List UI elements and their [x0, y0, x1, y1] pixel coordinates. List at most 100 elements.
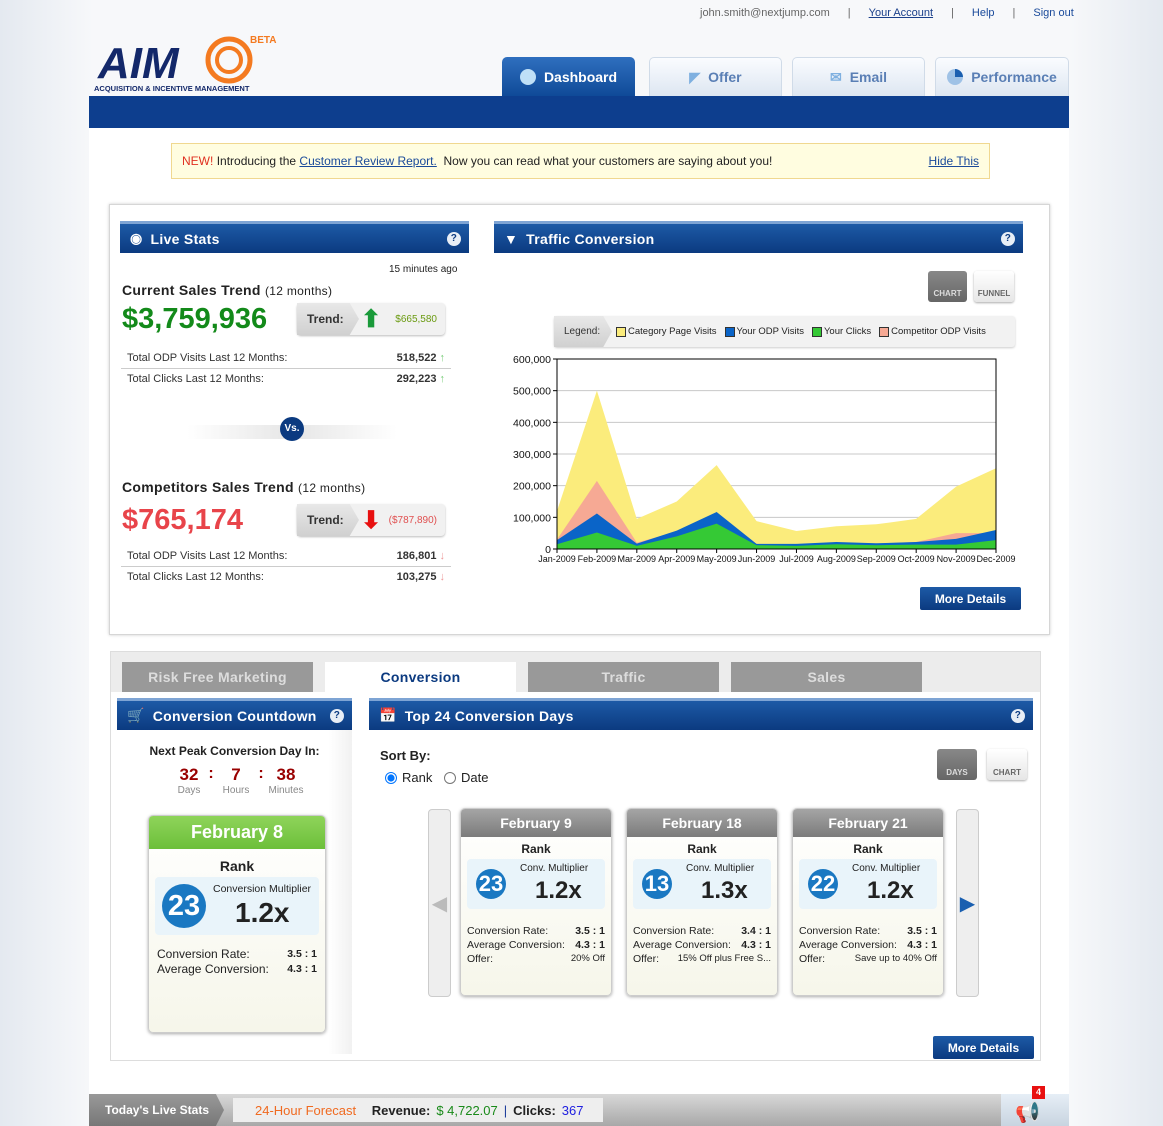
tab-traffic[interactable]: Traffic	[528, 662, 719, 692]
stat-row: Total ODP Visits Last 12 Months: 186,801 …	[121, 546, 451, 567]
tab-sales[interactable]: Sales	[731, 662, 922, 692]
competitor-trend-box: Trend: ⬇ ($787,890)	[297, 504, 445, 536]
rank-badge: 22	[808, 869, 838, 899]
traffic-header: ▼ Traffic Conversion?	[494, 221, 1023, 253]
aim-logo[interactable]: AIM BETA ACQUISITION & INCENTIVE MANAGEM…	[94, 34, 279, 94]
chart-legend: Legend: Category Page Visits Your ODP Vis…	[554, 316, 1015, 347]
rank-badge: 13	[642, 869, 672, 899]
competitor-sales-amount: $765,174	[122, 504, 243, 536]
megaphone-icon: 📢	[1015, 1102, 1040, 1124]
help-icon[interactable]: ?	[330, 709, 344, 723]
chart-view-button[interactable]: CHART	[987, 749, 1027, 780]
sort-rank-radio[interactable]: Rank	[385, 770, 432, 785]
sign-out-link[interactable]: Sign out	[1033, 7, 1073, 19]
sort-date-radio[interactable]: Date	[444, 770, 488, 785]
rank-badge: 23	[162, 884, 206, 928]
top24-header: 📅 Top 24 Conversion Days?	[369, 698, 1033, 730]
current-sales-title: Current Sales Trend (12 months)	[122, 282, 333, 298]
x-tick-label: May-2009	[697, 554, 737, 564]
cart-icon: 🛒	[127, 707, 145, 723]
peak-day-card: February 8 Rank 23 Conversion Multiplier…	[148, 815, 326, 1033]
calendar-icon: 📅	[379, 707, 397, 723]
conversion-day-card[interactable]: February 9 Rank 23 Conv. Multiplier 1.2x C…	[460, 808, 612, 996]
carousel-next-button[interactable]: ▶	[956, 809, 979, 997]
logo-graphic: AIM BETA ACQUISITION & INCENTIVE MANAGEM…	[94, 35, 276, 93]
top24-widget: 📅 Top 24 Conversion Days?	[369, 698, 1033, 730]
current-sales-amount: $3,759,936	[122, 303, 268, 335]
y-tick-label: 500,000	[513, 386, 551, 398]
funnel-view-button[interactable]: FUNNEL	[974, 271, 1014, 302]
top24-more-details-button[interactable]: More Details	[933, 1036, 1034, 1059]
help-icon[interactable]: ?	[1001, 232, 1015, 246]
top-links: john.smith@nextjump.com | Your Account | H…	[700, 7, 1074, 19]
current-stats-rows: Total ODP Visits Last 12 Months: 518,522 …	[121, 348, 451, 389]
conversion-day-card[interactable]: February 18 Rank 13 Conv. Multiplier 1.3x …	[626, 808, 778, 996]
x-tick-label: Jul-2009	[779, 554, 814, 564]
traffic-area-chart: 0100,000200,000300,000400,000500,000600,…	[513, 354, 1015, 564]
next-peak-label: Next Peak Conversion Day In:	[149, 744, 320, 758]
tab-risk-free-marketing[interactable]: Risk Free Marketing	[122, 662, 313, 692]
tab-offer[interactable]: ◤ Offer	[649, 57, 782, 96]
x-tick-label: Sep-2009	[857, 554, 896, 564]
y-tick-label: 600,000	[513, 354, 551, 366]
notifications-button[interactable]: 📢 4	[1001, 1086, 1069, 1126]
tab-conversion[interactable]: Conversion	[325, 662, 516, 692]
carousel-prev-button[interactable]: ◀	[428, 809, 451, 997]
arrow-down-icon: ↓	[439, 550, 446, 562]
sort-by-label: Sort By:	[380, 748, 431, 763]
current-trend-box: Trend: ⬆ $665,580	[297, 303, 445, 335]
chevron-right-icon: ▶	[959, 892, 976, 915]
stat-row: Total Clicks Last 12 Months: 292,223 ↑	[127, 373, 445, 385]
help-icon[interactable]: ?	[447, 232, 461, 246]
tab-dashboard[interactable]: Dashboard	[502, 57, 635, 96]
legend-swatch	[724, 326, 735, 337]
traffic-more-details-button[interactable]: More Details	[920, 587, 1021, 610]
pie-icon	[947, 69, 964, 85]
funnel-icon: ▼	[504, 230, 519, 247]
rank-badge: 23	[476, 869, 506, 899]
live-stats-header: ◉ Live Stats?	[120, 221, 469, 253]
x-tick-label: Feb-2009	[578, 554, 617, 564]
your-account-link[interactable]: Your Account	[869, 7, 933, 19]
conversion-day-card[interactable]: February 21 Rank 22 Conv. Multiplier 1.2x …	[792, 808, 944, 996]
help-link[interactable]: Help	[972, 7, 995, 19]
stat-row: Total Clicks Last 12 Months: 103,275 ↓	[127, 571, 446, 583]
chevron-left-icon: ◀	[431, 892, 448, 915]
broadcast-icon: ◉	[130, 230, 143, 246]
x-tick-label: Apr-2009	[658, 554, 695, 564]
days-view-button[interactable]: DAYS	[937, 749, 977, 780]
svg-text:BETA: BETA	[250, 35, 276, 46]
y-tick-label: 100,000	[513, 512, 551, 524]
tab-performance[interactable]: Performance	[935, 57, 1069, 96]
y-tick-label: 200,000	[513, 481, 551, 493]
envelope-icon: ✉	[829, 68, 842, 85]
legend-swatch	[616, 326, 626, 337]
hide-notice-link[interactable]: Hide This	[929, 154, 979, 168]
tab-email[interactable]: ✉ Email	[792, 57, 925, 96]
competitor-stats-rows: Total ODP Visits Last 12 Months: 186,801 …	[121, 546, 451, 587]
traffic-widget: ▼ Traffic Conversion?	[494, 221, 1023, 253]
nav-bar	[89, 96, 1069, 128]
legend-item: Your ODP Visits	[724, 326, 804, 337]
svg-text:ACQUISITION & INCENTIVE MANAGE: ACQUISITION & INCENTIVE MANAGEMENT	[94, 84, 250, 93]
chart-view-button[interactable]: CHART	[928, 271, 967, 302]
gauge-icon	[519, 68, 536, 85]
x-tick-label: Jun-2009	[738, 554, 776, 564]
arrow-up-icon: ↑	[439, 352, 446, 364]
todays-live-stats-label: Today's Live Stats	[89, 1094, 224, 1126]
legend-swatch	[811, 326, 822, 337]
arrow-down-icon: ⬇	[361, 506, 382, 534]
customer-review-link[interactable]: Customer Review Report.	[299, 154, 436, 168]
svg-text:AIM: AIM	[97, 39, 180, 88]
help-icon[interactable]: ?	[1011, 709, 1025, 723]
arrow-up-icon: ⬆	[361, 305, 382, 333]
x-tick-label: Mar-2009	[618, 554, 657, 564]
y-tick-label: 300,000	[513, 449, 551, 461]
live-stats-widget: ◉ Live Stats?	[120, 221, 469, 253]
updated-time: 15 minutes ago	[389, 264, 458, 275]
arrow-down-icon: ↓	[439, 571, 446, 583]
legend-item: Your Clicks	[811, 326, 871, 337]
legend-item: Category Page Visits	[616, 326, 717, 337]
tag-icon: ◤	[689, 68, 701, 85]
x-tick-label: Aug-2009	[817, 554, 856, 564]
